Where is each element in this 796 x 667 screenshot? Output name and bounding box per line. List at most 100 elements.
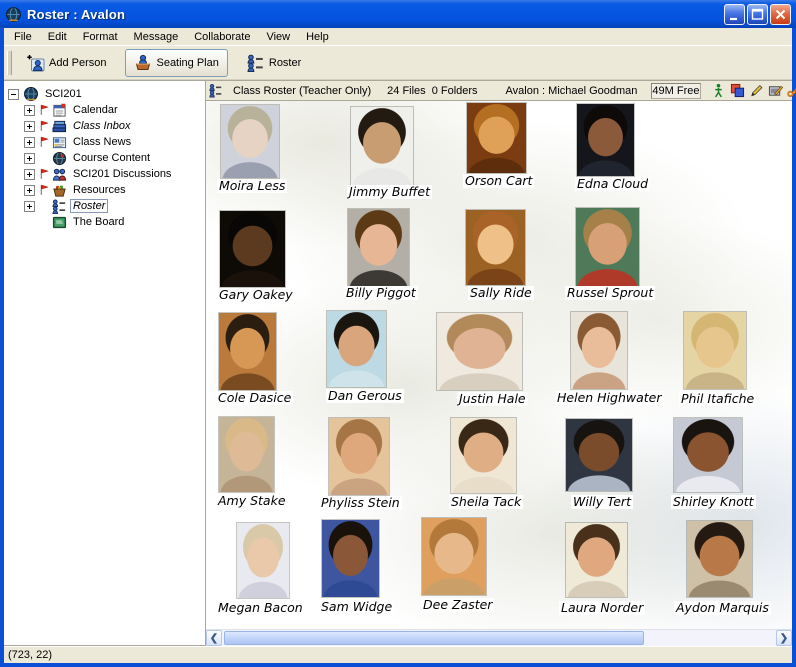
student-name-jimmy-buffet[interactable]: Jimmy Buffet	[347, 185, 432, 199]
student-name-sam-widge[interactable]: Sam Widge	[319, 600, 394, 614]
student-photo-edna-cloud[interactable]	[577, 104, 634, 176]
scroll-right-arrow[interactable]: ❯	[776, 630, 792, 646]
student-photo-moira-less[interactable]	[221, 105, 279, 178]
pane-title: Class Roster (Teacher Only)	[233, 85, 371, 97]
horizontal-scrollbar[interactable]: ❮ ❯	[206, 629, 792, 646]
free-space-text: 49M Free	[652, 85, 699, 97]
tree-item-class-inbox[interactable]: Class Inbox	[4, 118, 205, 134]
roster-icon	[209, 83, 223, 98]
student-name-helen-highwater[interactable]: Helen Highwater	[555, 391, 664, 405]
toolbar-gripper[interactable]	[7, 51, 12, 75]
tree-item-label: The Board	[70, 215, 127, 229]
expand-toggle[interactable]	[24, 105, 35, 116]
tree-item-class-news[interactable]: Class News	[4, 134, 205, 150]
student-photo-russel-sprout[interactable]	[576, 208, 639, 286]
student-name-megan-bacon[interactable]: Megan Bacon	[216, 601, 305, 615]
student-photo-dee-zaster[interactable]	[422, 518, 486, 595]
student-photo-billy-piggot[interactable]	[348, 209, 409, 287]
expand-toggle[interactable]	[24, 121, 35, 132]
student-name-willy-tert[interactable]: Willy Tert	[571, 495, 633, 509]
toolbar-add-person-button[interactable]: Add Person	[18, 49, 115, 77]
student-photo-sam-widge[interactable]	[322, 520, 379, 597]
student-name-sally-ride[interactable]: Sally Ride	[468, 286, 534, 300]
student-photo-helen-highwater[interactable]	[571, 312, 627, 389]
student-photo-willy-tert[interactable]	[566, 419, 632, 491]
cursor-coordinates: (723, 22)	[8, 649, 52, 661]
approve-icon	[768, 83, 783, 98]
user-online-button[interactable]	[711, 83, 726, 98]
menu-edit[interactable]: Edit	[40, 30, 75, 44]
student-photo-justin-hale[interactable]	[437, 313, 522, 390]
toolbar-roster-button[interactable]: Roster	[238, 49, 310, 77]
unread-flag-icon	[39, 183, 52, 197]
student-name-edna-cloud[interactable]: Edna Cloud	[575, 177, 650, 191]
menu-file[interactable]: File	[6, 30, 40, 44]
student-name-phyliss-stein[interactable]: Phyliss Stein	[319, 496, 402, 510]
student-photo-phyliss-stein[interactable]	[329, 418, 389, 495]
scroll-thumb[interactable]	[224, 631, 644, 645]
menu-format[interactable]: Format	[75, 30, 126, 44]
expand-toggle[interactable]	[24, 169, 35, 180]
minimize-button[interactable]	[724, 4, 745, 25]
student-photo-orson-cart[interactable]	[467, 103, 526, 173]
student-name-aydon-marquis[interactable]: Aydon Marquis	[674, 601, 771, 615]
expand-toggle[interactable]	[24, 185, 35, 196]
student-photo-sally-ride[interactable]	[466, 210, 525, 285]
student-name-laura-norder[interactable]: Laura Norder	[559, 601, 645, 615]
expand-toggle[interactable]	[24, 201, 35, 212]
student-name-billy-piggot[interactable]: Billy Piggot	[344, 286, 418, 300]
menu-message[interactable]: Message	[126, 30, 187, 44]
student-photo-jimmy-buffet[interactable]	[351, 107, 413, 185]
pencil-button[interactable]	[749, 83, 764, 98]
app-body: FileEditFormatMessageCollaborateViewHelp…	[4, 28, 792, 663]
student-photo-laura-norder[interactable]	[566, 523, 627, 597]
menu-help[interactable]: Help	[298, 30, 337, 44]
windows-button[interactable]	[730, 83, 745, 98]
student-name-dan-gerous[interactable]: Dan Gerous	[326, 389, 404, 403]
student-name-moira-less[interactable]: Moira Less	[217, 179, 287, 193]
board-icon	[52, 215, 67, 230]
tree-item-resources[interactable]: Resources	[4, 182, 205, 198]
student-photo-amy-stake[interactable]	[219, 417, 274, 492]
student-photo-cole-dasice[interactable]	[219, 313, 276, 390]
student-name-phil-itafiche[interactable]: Phil Itafiche	[679, 392, 756, 406]
menu-view[interactable]: View	[258, 30, 298, 44]
student-photo-sheila-tack[interactable]	[451, 418, 516, 493]
unread-flag-icon	[39, 167, 52, 181]
toolbar-button-label: Roster	[269, 57, 301, 69]
expand-toggle[interactable]	[24, 137, 35, 148]
student-name-justin-hale[interactable]: Justin Hale	[457, 392, 528, 406]
tree-item-sci201-discussions[interactable]: SCI201 Discussions	[4, 166, 205, 182]
student-photo-gary-oakey[interactable]	[220, 211, 285, 287]
student-photo-dan-gerous[interactable]	[327, 311, 386, 387]
tree-item-sci201[interactable]: SCI201	[4, 86, 205, 102]
menu-collaborate[interactable]: Collaborate	[186, 30, 258, 44]
approve-button[interactable]	[768, 83, 783, 98]
student-photo-phil-itafiche[interactable]	[684, 312, 746, 389]
student-name-cole-dasice[interactable]: Cole Dasice	[216, 391, 293, 405]
student-photo-shirley-knott[interactable]	[674, 418, 742, 492]
student-name-sheila-tack[interactable]: Sheila Tack	[449, 495, 523, 509]
student-name-amy-stake[interactable]: Amy Stake	[216, 494, 288, 508]
permissions-button[interactable]	[787, 83, 796, 98]
tree-item-course-content[interactable]: Course Content	[4, 150, 205, 166]
roster-canvas: Moira Less Jimmy Buffet Orson Cart Edna Clo…	[206, 101, 792, 629]
student-photo-megan-bacon[interactable]	[237, 523, 289, 598]
toolbar-seating-plan-button[interactable]: Seating Plan	[125, 49, 227, 77]
student-name-gary-oakey[interactable]: Gary Oakey	[217, 288, 295, 302]
student-photo-aydon-marquis[interactable]	[687, 521, 752, 597]
collapse-toggle[interactable]	[8, 89, 19, 100]
tree-item-label: Class Inbox	[70, 119, 133, 133]
student-name-russel-sprout[interactable]: Russel Sprout	[565, 286, 655, 300]
scroll-left-arrow[interactable]: ❮	[206, 630, 222, 646]
student-name-shirley-knott[interactable]: Shirley Knott	[671, 495, 756, 509]
tree-item-roster[interactable]: Roster	[4, 198, 205, 214]
student-name-dee-zaster[interactable]: Dee Zaster	[421, 598, 494, 612]
tree-item-calendar[interactable]: Calendar	[4, 102, 205, 118]
tree-item-the-board[interactable]: The Board	[4, 214, 205, 230]
close-button[interactable]	[770, 4, 791, 25]
student-name-orson-cart[interactable]: Orson Cart	[463, 174, 534, 188]
menu-bar: FileEditFormatMessageCollaborateViewHelp	[4, 28, 792, 45]
expand-toggle[interactable]	[24, 153, 35, 164]
maximize-button[interactable]	[747, 4, 768, 25]
